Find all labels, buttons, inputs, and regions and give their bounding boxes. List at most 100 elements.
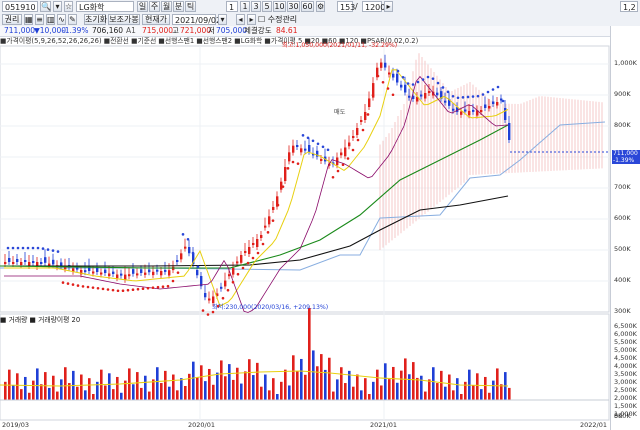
candle-body [180,253,183,260]
psar-dot [291,160,295,164]
volume-bar [460,394,463,400]
volume-tick: 2,500K [614,386,637,394]
candle-body [100,272,103,275]
psar-dot [26,246,30,250]
candle-body [20,262,23,265]
candle-body [388,72,391,75]
volume-bar [176,390,179,400]
candle-body [488,106,491,109]
volume-bar [188,373,191,400]
volume-bar [228,364,231,400]
candle-body [240,255,243,263]
volume-bar [360,390,363,400]
volume-bar [304,374,307,400]
volume-bar [208,368,211,400]
psar-dot [361,128,365,132]
candle-body [8,258,11,262]
volume-bar [256,362,259,400]
psar-dot [356,138,360,142]
candle-body [340,152,343,156]
volume-bar [248,359,251,400]
candle-body [12,262,15,264]
psar-dot [446,90,450,94]
price-tick: 500K [614,245,631,253]
candle-body [436,92,439,96]
psar-dot [91,286,95,289]
psar-dot [296,162,300,165]
leading-span-line [0,121,606,271]
volume-bar [52,375,55,400]
psar-dot [411,83,415,86]
psar-dot [246,261,250,265]
candle-body [444,100,447,103]
candle-body [260,235,263,238]
volume-bar [400,370,403,400]
candle-body [304,148,307,151]
volume-bar [280,381,283,400]
psar-dot [86,285,90,289]
volume-bar [224,376,227,400]
candle-body [220,286,223,289]
volume-bar [192,361,195,400]
candle-body [224,280,227,287]
psar-dot [366,113,370,116]
candle-body [244,251,247,253]
psar-dot [81,285,85,288]
candle-body [148,269,151,273]
psar-dot [431,77,435,80]
volume-tick: 5,500K [614,338,637,346]
volume-bar [84,390,87,400]
psar-dot [271,219,275,222]
volume-bar [32,380,35,400]
volume-bar [388,379,391,400]
candle-body [428,91,431,93]
psar-dot [286,167,290,170]
psar-dot [281,185,285,188]
date-tick: 2020/01 [188,421,216,429]
candle-body [124,274,127,280]
psar-dot [201,309,205,312]
candle-body [108,273,111,277]
candle-body [136,273,139,276]
psar-dot [181,233,185,236]
candle-body [144,272,147,275]
psar-dot [176,271,180,274]
psar-dot [131,288,135,292]
volume-bar [104,385,107,400]
volume-bar [384,363,387,400]
volume-bar [76,386,79,400]
candle-body [204,293,207,298]
volume-bar [332,391,335,400]
volume-bar [480,389,483,400]
volume-bar [412,362,415,400]
volume-bar [416,377,419,400]
volume-bar [212,384,215,400]
candle-body [508,123,511,140]
candle-body [48,263,51,266]
volume-bar [284,369,287,400]
volume-bar [476,373,479,400]
price-tick: 600K [614,214,631,222]
date-tick: 2022/01 [580,421,608,429]
price-chart[interactable]: 최고:1,050,000(2021/01/11, -32.29%) 최저:230,… [0,0,610,430]
psar-dot [471,95,475,98]
psar-dot [126,288,130,292]
volume-bar [328,357,331,400]
candle-body [344,147,347,157]
psar-dot [371,93,375,97]
psar-dot [106,288,110,291]
volume-bar [316,366,319,400]
candle-body [52,259,55,265]
psar-dot [136,287,140,291]
volume-bar [500,384,503,400]
volume-bar [432,367,435,400]
volume-bar [112,389,115,400]
candle-body [308,145,311,152]
volume-bar [204,381,207,400]
candle-body [228,274,231,277]
volume-bar [292,355,295,400]
psar-dot [66,282,70,285]
chart-number-field[interactable]: 1,2 [620,1,638,12]
psar-dot [101,287,105,291]
candle-body [168,270,171,276]
